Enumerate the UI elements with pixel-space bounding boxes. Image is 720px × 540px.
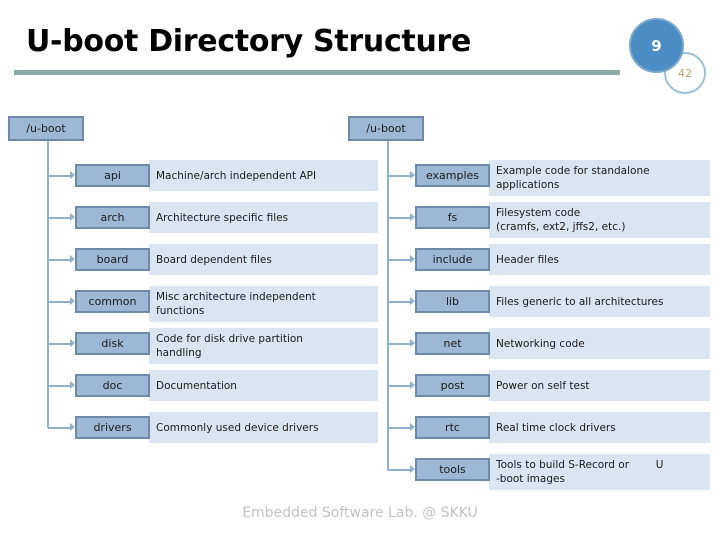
directory-node-api: api bbox=[75, 164, 150, 187]
directory-description: Header files bbox=[489, 244, 710, 275]
description-line: Real time clock drivers bbox=[496, 421, 616, 434]
directory-description: Tools to build S-Record or U -boot images bbox=[489, 454, 710, 490]
directory-description: Networking code bbox=[489, 328, 710, 359]
tree-connector-line bbox=[388, 175, 410, 177]
description-line: (cramfs, ext2, jffs2, etc.) bbox=[496, 221, 626, 233]
tree-root-left: /u-boot bbox=[8, 116, 84, 141]
page-title: U-boot Directory Structure bbox=[26, 24, 472, 59]
tree-connector-line bbox=[388, 217, 410, 219]
footer-credit: Embedded Software Lab. @ SKKU bbox=[242, 505, 478, 521]
description-line: handling bbox=[156, 347, 202, 359]
description-line: Architecture specific files bbox=[156, 211, 289, 224]
description-line: Code for disk drive partition bbox=[156, 333, 303, 345]
directory-node-common: common bbox=[75, 290, 150, 313]
directory-description: Files generic to all architectures bbox=[489, 286, 710, 317]
slide-number-badge: 9 bbox=[629, 18, 684, 73]
tree-connector-line bbox=[48, 343, 70, 345]
description-line: Machine/arch independent API bbox=[156, 169, 317, 182]
directory-description: Power on self test bbox=[489, 370, 710, 401]
directory-node-drivers: drivers bbox=[75, 416, 150, 439]
directory-node-doc: doc bbox=[75, 374, 150, 397]
directory-description: Example code for standalone applications bbox=[489, 160, 710, 196]
directory-node-board: board bbox=[75, 248, 150, 271]
tree-connector-line bbox=[48, 217, 70, 219]
directory-description: Commonly used device drivers bbox=[149, 412, 378, 443]
directory-node-examples: examples bbox=[415, 164, 490, 187]
tree-connector-line bbox=[388, 343, 410, 345]
tree-connector-line bbox=[48, 427, 70, 429]
tree-connector-line bbox=[388, 469, 410, 471]
description-line: Files generic to all architectures bbox=[496, 295, 664, 308]
description-line: Misc architecture independent bbox=[156, 291, 316, 303]
directory-description: Architecture specific files bbox=[149, 202, 378, 233]
tree-connector-line bbox=[388, 259, 410, 261]
directory-description: Filesystem code (cramfs, ext2, jffs2, etc… bbox=[489, 202, 710, 238]
directory-node-fs: fs bbox=[415, 206, 490, 229]
description-line: Commonly used device drivers bbox=[156, 421, 319, 434]
tree-root-right: /u-boot bbox=[348, 116, 424, 141]
description-line: Board dependent files bbox=[156, 253, 272, 266]
directory-node-arch: arch bbox=[75, 206, 150, 229]
directory-description: Documentation bbox=[149, 370, 378, 401]
directory-node-disk: disk bbox=[75, 332, 150, 355]
description-line: Header files bbox=[496, 253, 560, 266]
slide-number: 9 bbox=[651, 36, 662, 55]
tree-trunk-right bbox=[387, 141, 389, 470]
tree-connector-line bbox=[48, 259, 70, 261]
description-line: functions bbox=[156, 305, 205, 317]
description-line: Networking code bbox=[496, 337, 585, 350]
description-line: Documentation bbox=[156, 379, 237, 392]
description-line: -boot images bbox=[496, 473, 565, 485]
directory-node-net: net bbox=[415, 332, 490, 355]
title-underline-bar bbox=[14, 70, 620, 75]
description-line: applications bbox=[496, 179, 560, 191]
description-line: Filesystem code bbox=[496, 207, 581, 219]
directory-node-tools: tools bbox=[415, 458, 490, 481]
description-line: Tools to build S-Record or U bbox=[496, 459, 664, 471]
description-line: Power on self test bbox=[496, 379, 590, 392]
directory-node-lib: lib bbox=[415, 290, 490, 313]
tree-connector-line bbox=[48, 175, 70, 177]
directory-description: Machine/arch independent API bbox=[149, 160, 378, 191]
directory-node-post: post bbox=[415, 374, 490, 397]
directory-description: Real time clock drivers bbox=[489, 412, 710, 443]
directory-description: Misc architecture independent functions bbox=[149, 286, 378, 322]
directory-description: Code for disk drive partition handling bbox=[149, 328, 378, 364]
directory-node-rtc: rtc bbox=[415, 416, 490, 439]
tree-connector-line bbox=[388, 385, 410, 387]
tree-connector-line bbox=[388, 301, 410, 303]
directory-description: Board dependent files bbox=[149, 244, 378, 275]
description-line: Example code for standalone bbox=[496, 165, 650, 177]
tree-connector-line bbox=[48, 385, 70, 387]
tree-connector-line bbox=[48, 301, 70, 303]
tree-connector-line bbox=[388, 427, 410, 429]
directory-node-include: include bbox=[415, 248, 490, 271]
